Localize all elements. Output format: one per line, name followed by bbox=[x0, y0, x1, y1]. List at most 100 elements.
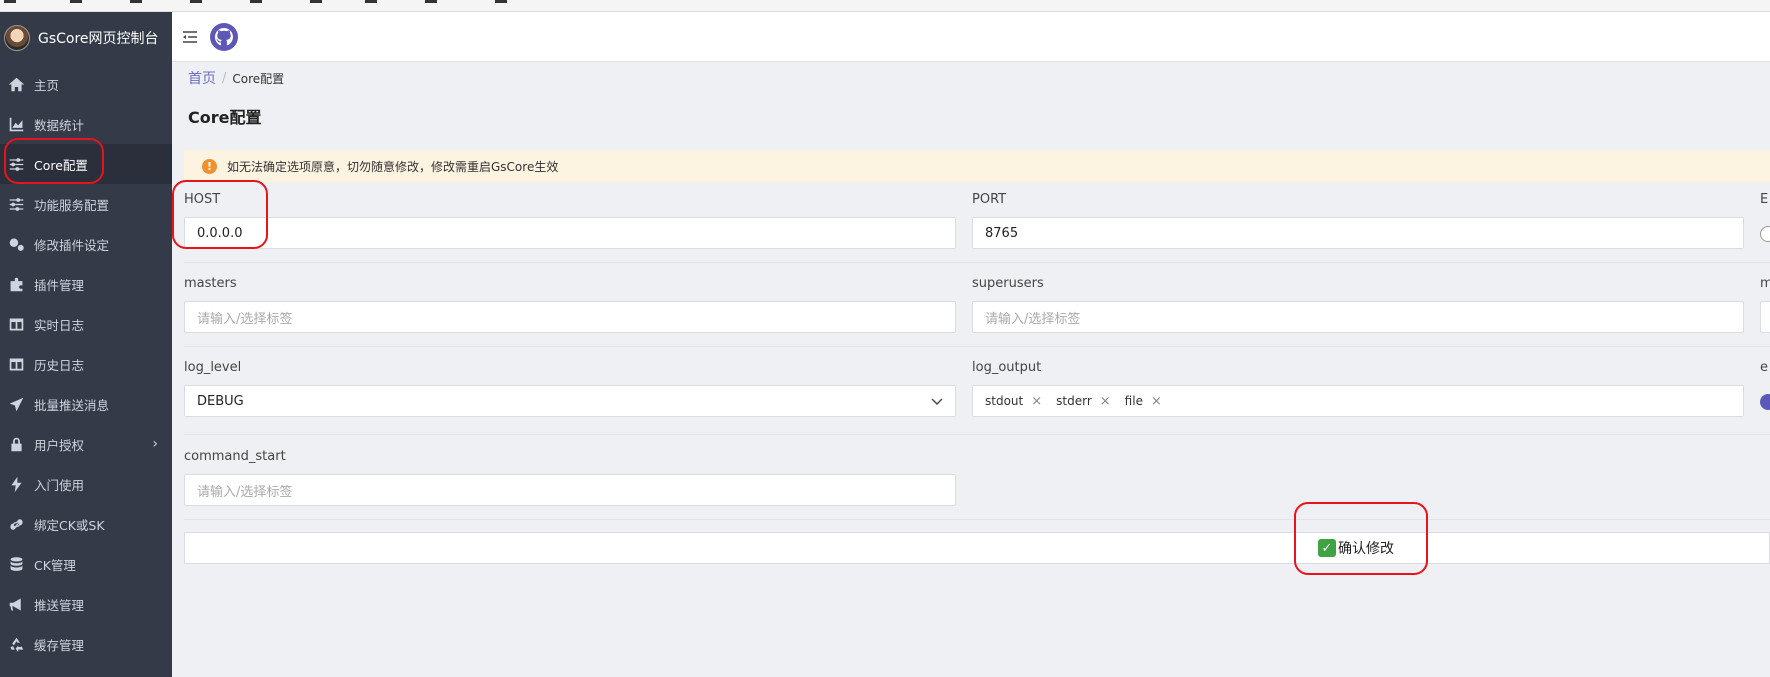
sidebar-item-label: 缓存管理 bbox=[34, 637, 85, 653]
app-title: GsCore网页控制台 bbox=[38, 31, 159, 47]
database-icon bbox=[6, 554, 26, 574]
annotation-core-config bbox=[4, 138, 104, 184]
superusers-input[interactable]: 请输入/选择标签 bbox=[972, 301, 1744, 333]
row-divider bbox=[184, 519, 1770, 520]
sidebar-item-label: CK管理 bbox=[34, 557, 76, 573]
command-start-placeholder: 请输入/选择标签 bbox=[197, 484, 293, 500]
sidebar-item-getting-started[interactable]: 入门使用 bbox=[0, 464, 172, 504]
puzzle-icon bbox=[6, 274, 26, 294]
sidebar-item-label: 推送管理 bbox=[34, 597, 85, 613]
log-level-label: log_level bbox=[184, 360, 242, 375]
masters-label: masters bbox=[184, 276, 237, 291]
sidebar: GsCore网页控制台 主页 数据统计 Core配置 功能服务配置 修改插件设定… bbox=[0, 12, 172, 677]
top-header bbox=[172, 12, 1770, 62]
log-output-tag: stderr × bbox=[1056, 394, 1111, 409]
sidebar-item-label: 绑定CK或SK bbox=[34, 517, 105, 533]
sidebar-item-label: 插件管理 bbox=[34, 277, 85, 293]
breadcrumb-separator: / bbox=[222, 70, 227, 86]
sidebar-item-service-config[interactable]: 功能服务配置 bbox=[0, 184, 172, 224]
chart-icon bbox=[6, 114, 26, 134]
port-label: PORT bbox=[972, 192, 1007, 207]
host-input[interactable]: 0.0.0.0 bbox=[184, 217, 956, 249]
col3-row1-toggle[interactable] bbox=[1760, 226, 1770, 242]
command-start-label: command_start bbox=[184, 449, 286, 464]
brand[interactable]: GsCore网页控制台 bbox=[0, 12, 172, 64]
megaphone-icon bbox=[6, 594, 26, 614]
sidebar-item-label: 历史日志 bbox=[34, 357, 85, 373]
command-start-input[interactable]: 请输入/选择标签 bbox=[184, 474, 956, 506]
link-icon bbox=[6, 514, 26, 534]
submit-bar bbox=[184, 532, 1770, 564]
sidebar-item-label: 功能服务配置 bbox=[34, 197, 110, 213]
close-icon[interactable]: × bbox=[1151, 394, 1162, 409]
masters-placeholder: 请输入/选择标签 bbox=[197, 311, 293, 327]
sidebar-item-ck-manage[interactable]: CK管理 bbox=[0, 544, 172, 584]
sidebar-item-push-manage[interactable]: 推送管理 bbox=[0, 584, 172, 624]
sidebar-item-label: 入门使用 bbox=[34, 477, 85, 493]
lock-icon bbox=[6, 434, 26, 454]
warning-icon: ! bbox=[202, 158, 217, 174]
table-icon bbox=[6, 314, 26, 334]
bolt-icon bbox=[6, 474, 26, 494]
close-icon[interactable]: × bbox=[1100, 394, 1111, 409]
row-divider bbox=[184, 262, 1770, 263]
alert-text: 如无法确定选项原意，切勿随意修改，修改需重启GsCore生效 bbox=[227, 159, 559, 174]
col3-row2-input[interactable] bbox=[1760, 301, 1770, 333]
sidebar-item-realtime-log[interactable]: 实时日志 bbox=[0, 304, 172, 344]
sidebar-item-label: 批量推送消息 bbox=[34, 397, 110, 413]
close-icon[interactable]: × bbox=[1031, 394, 1042, 409]
menu-collapse-icon[interactable] bbox=[182, 30, 198, 44]
recycle-icon bbox=[6, 634, 26, 654]
tag-text: stderr bbox=[1056, 394, 1092, 408]
col3-row3-toggle[interactable] bbox=[1760, 394, 1770, 410]
superusers-placeholder: 请输入/选择标签 bbox=[985, 311, 1081, 327]
sidebar-item-label: 修改插件设定 bbox=[34, 237, 110, 253]
warning-alert: ! 如无法确定选项原意，切勿随意修改，修改需重启GsCore生效 bbox=[184, 150, 1770, 182]
chevron-right-icon: › bbox=[152, 436, 158, 452]
sidebar-item-cache-manage[interactable]: 缓存管理 bbox=[0, 624, 172, 664]
tag-text: stdout bbox=[985, 394, 1024, 408]
sidebar-item-home[interactable]: 主页 bbox=[0, 64, 172, 104]
log-output-tag: file × bbox=[1125, 394, 1162, 409]
sliders-icon bbox=[6, 194, 26, 214]
sidebar-item-batch-push[interactable]: 批量推送消息 bbox=[0, 384, 172, 424]
breadcrumb: 首页 / Core配置 bbox=[188, 68, 284, 88]
sidebar-item-history-log[interactable]: 历史日志 bbox=[0, 344, 172, 384]
log-output-label: log_output bbox=[972, 360, 1042, 375]
breadcrumb-home-link[interactable]: 首页 bbox=[188, 68, 216, 88]
github-icon[interactable] bbox=[210, 22, 238, 51]
sidebar-item-label: 数据统计 bbox=[34, 117, 85, 133]
sidebar-item-user-auth[interactable]: 用户授权 › bbox=[0, 424, 172, 464]
col3-row2-label: m bbox=[1760, 276, 1770, 291]
masters-input[interactable]: 请输入/选择标签 bbox=[184, 301, 956, 333]
log-output-tag: stdout × bbox=[985, 394, 1042, 409]
port-input[interactable]: 8765 bbox=[972, 217, 1744, 249]
port-value: 8765 bbox=[985, 225, 1019, 241]
tag-text: file bbox=[1124, 394, 1143, 408]
table-icon bbox=[6, 354, 26, 374]
paper-plane-icon bbox=[6, 394, 26, 414]
sidebar-item-label: 实时日志 bbox=[34, 317, 85, 333]
log-output-input[interactable]: stdout × stderr × file × bbox=[972, 385, 1744, 417]
sidebar-item-plugin-settings[interactable]: 修改插件设定 bbox=[0, 224, 172, 264]
col3-row3-label: e bbox=[1760, 360, 1768, 375]
breadcrumb-current: Core配置 bbox=[232, 71, 285, 86]
col3-row1-label: E bbox=[1760, 192, 1769, 207]
log-level-select[interactable]: DEBUG bbox=[184, 385, 956, 417]
annotation-host bbox=[172, 180, 268, 249]
sidebar-item-plugin-manage[interactable]: 插件管理 bbox=[0, 264, 172, 304]
sidebar-item-label: 用户授权 bbox=[34, 437, 85, 453]
sidebar-item-bind-ck[interactable]: 绑定CK或SK bbox=[0, 504, 172, 544]
superusers-label: superusers bbox=[972, 276, 1044, 291]
row-divider bbox=[184, 346, 1770, 347]
chevron-down-icon bbox=[931, 398, 943, 405]
annotation-confirm bbox=[1294, 502, 1428, 575]
row-divider bbox=[184, 434, 1770, 435]
home-icon bbox=[6, 74, 26, 94]
logo-avatar bbox=[4, 25, 30, 51]
sidebar-item-label: 主页 bbox=[34, 77, 60, 93]
gears-icon bbox=[6, 234, 26, 254]
page-title: Core配置 bbox=[188, 108, 262, 127]
top-strip bbox=[0, 0, 1770, 12]
log-level-value: DEBUG bbox=[197, 393, 244, 409]
